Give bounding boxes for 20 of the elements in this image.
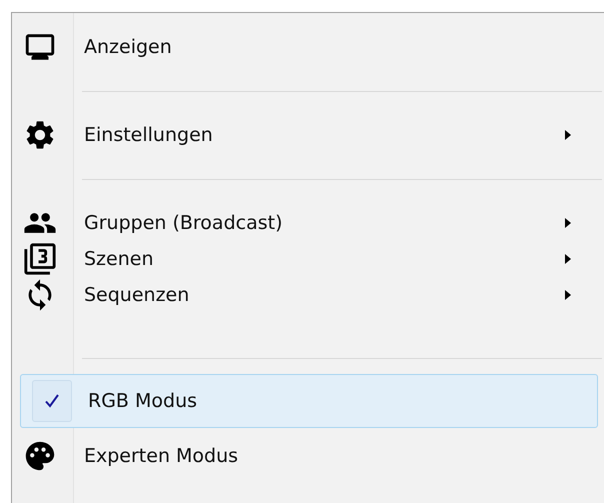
menu-item-label: RGB Modus [88, 390, 198, 412]
menu-item[interactable]: RGB Modus [20, 374, 598, 428]
menu-item[interactable]: Szenen [12, 241, 604, 277]
menu-item[interactable]: Anzeigen [12, 29, 604, 65]
layers-three-icon [23, 242, 57, 276]
menu-item-label: Gruppen (Broadcast) [84, 212, 284, 234]
menu-item[interactable]: Gruppen (Broadcast) [12, 205, 604, 241]
submenu-arrow-icon [565, 290, 571, 300]
menu-item-label: Experten Modus [84, 445, 240, 467]
menu-item-label: Einstellungen [84, 124, 214, 146]
submenu-arrow-icon [565, 218, 571, 228]
menu-item-label: Sequenzen [84, 284, 190, 306]
menu-item[interactable]: Experten Modus [12, 438, 604, 474]
menu-item-label: Anzeigen [84, 36, 173, 58]
submenu-arrow-icon [565, 254, 571, 264]
palette-icon [23, 439, 57, 473]
submenu-arrow-icon [565, 130, 571, 140]
menu-item[interactable]: Einstellungen [12, 117, 604, 153]
menu-item[interactable]: Sequenzen [12, 277, 604, 313]
menu-item-label: Szenen [84, 248, 154, 270]
